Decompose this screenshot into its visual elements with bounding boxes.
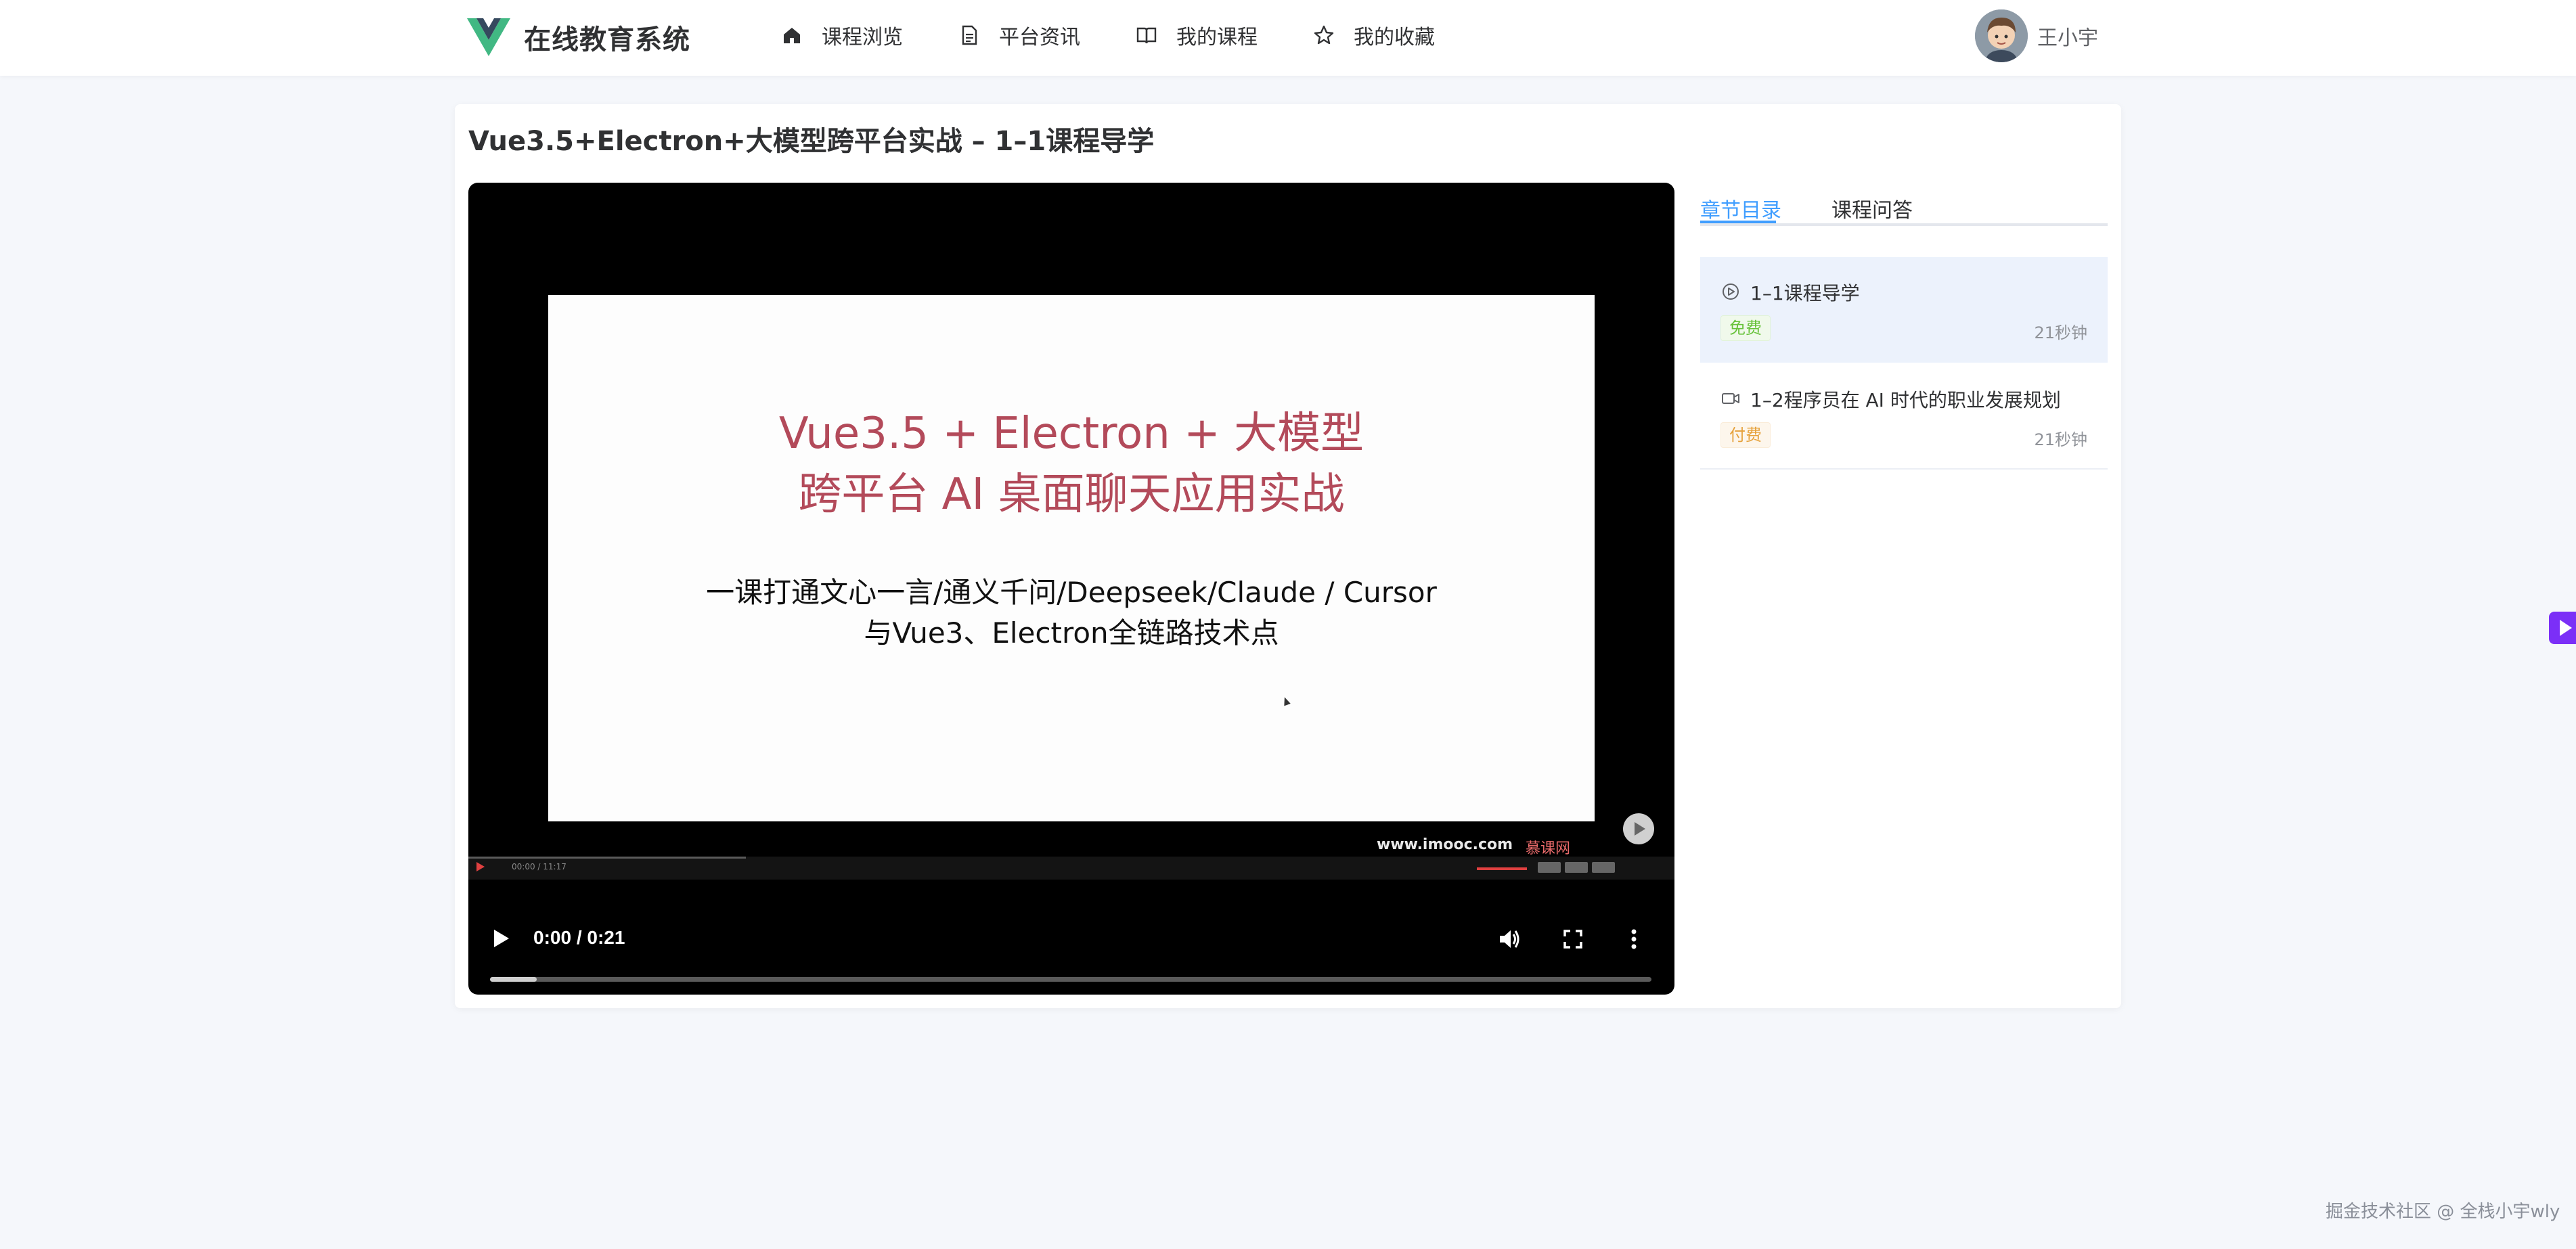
slide-title-line2: 跨平台 AI 桌面聊天应用实战 <box>798 470 1345 520</box>
video-time: 0:00 / 0:21 <box>533 927 625 948</box>
slide-subtitle-line2: 与Vue3、Electron全链路技术点 <box>864 616 1279 650</box>
video-player[interactable]: Vue3.5 + Electron + 大模型 跨平台 AI 桌面聊天应用实战 … <box>468 183 1674 995</box>
video-watermark-brand: 慕课网 <box>1526 840 1571 857</box>
inner-recorded-progress <box>468 857 746 859</box>
chapter-title: 1–2程序员在 AI 时代的职业发展规划 <box>1750 389 2061 411</box>
inner-recorded-time: 00:00 / 11:17 <box>512 862 567 871</box>
footer-watermark: 掘金技术社区 @ 全栈小宇wly <box>2326 1202 2560 1222</box>
video-camera-icon <box>1722 393 1739 404</box>
more-options-icon[interactable] <box>1620 926 1647 953</box>
vue-logo-icon <box>467 18 510 56</box>
slide-subtitle-line1: 一课打通文心一言/通义千问/Deepseek/Claude / Cursor <box>706 576 1437 609</box>
main-nav: 课程浏览 平台资讯 我的课程 我的收藏 <box>781 0 1435 70</box>
inner-recorded-buttons <box>1538 862 1615 873</box>
chapter-title: 1–1课程导学 <box>1750 282 1860 304</box>
play-button[interactable] <box>494 930 509 947</box>
nav-label: 课程浏览 <box>822 26 903 49</box>
paid-badge: 付费 <box>1720 422 1771 448</box>
slide-title-line1: Vue3.5 + Electron + 大模型 <box>778 409 1364 459</box>
chapter-duration: 21秒钟 <box>2034 323 2087 342</box>
nav-label: 我的收藏 <box>1354 26 1435 49</box>
nav-label: 我的课程 <box>1176 26 1258 49</box>
top-header: 在线教育系统 课程浏览 平台资讯 我的课程 我的收藏 王小宇 <box>0 0 2576 76</box>
nav-item-course-browse[interactable]: 课程浏览 <box>781 20 903 50</box>
tab-chapter-list[interactable]: 章节目录 <box>1700 194 1781 223</box>
nav-label: 平台资讯 <box>999 26 1080 49</box>
username: 王小宇 <box>2037 26 2098 50</box>
sidebar-tabs: 章节目录 课程问答 <box>1700 187 2108 226</box>
document-icon <box>962 25 977 45</box>
video-frame-slide: Vue3.5 + Electron + 大模型 跨平台 AI 桌面聊天应用实战 … <box>548 295 1595 821</box>
volume-icon[interactable] <box>1496 926 1523 953</box>
nav-item-my-courses[interactable]: 我的课程 <box>1136 20 1258 50</box>
fullscreen-icon[interactable] <box>1559 926 1586 953</box>
inner-volume-bar <box>1477 867 1527 870</box>
logo-text: 在线教育系统 <box>524 24 690 55</box>
tab-course-qa[interactable]: 课程问答 <box>1831 194 1913 223</box>
logo[interactable]: 在线教育系统 <box>467 18 690 57</box>
nav-item-my-favorites[interactable]: 我的收藏 <box>1313 20 1435 50</box>
inner-play-icon <box>1623 813 1654 844</box>
chapter-item[interactable]: 1–1课程导学 免费 21秒钟 <box>1700 257 2108 363</box>
cursor-icon <box>1281 696 1291 706</box>
play-circle-icon <box>1723 283 1739 300</box>
avatar[interactable] <box>1975 9 2028 62</box>
nav-item-platform-news[interactable]: 平台资讯 <box>958 20 1080 50</box>
star-icon <box>1314 25 1334 45</box>
video-progress-fill <box>490 977 537 982</box>
free-badge: 免费 <box>1720 315 1771 341</box>
page-title: Vue3.5+Electron+大模型跨平台实战 – 1–1课程导学 <box>468 126 1155 157</box>
active-tab-underline <box>1700 221 1776 223</box>
video-watermark-site: www.imooc.com <box>1377 836 1513 853</box>
course-player-card: Vue3.5+Electron+大模型跨平台实战 – 1–1课程导学 Vue3.… <box>455 104 2121 1008</box>
video-progress-bar[interactable] <box>490 977 1651 982</box>
floating-side-tab[interactable] <box>2549 612 2576 644</box>
home-icon <box>784 28 800 43</box>
chapter-duration: 21秒钟 <box>2034 430 2087 449</box>
book-icon <box>1136 27 1157 44</box>
inner-small-play-icon <box>476 862 485 871</box>
user-menu[interactable]: 王小宇 <box>1975 9 2098 62</box>
video-controls: 0:00 / 0:21 <box>468 880 1674 995</box>
chapter-item[interactable]: 1–2程序员在 AI 时代的职业发展规划 付费 21秒钟 <box>1700 364 2108 470</box>
avatar-icon <box>1975 9 2028 62</box>
